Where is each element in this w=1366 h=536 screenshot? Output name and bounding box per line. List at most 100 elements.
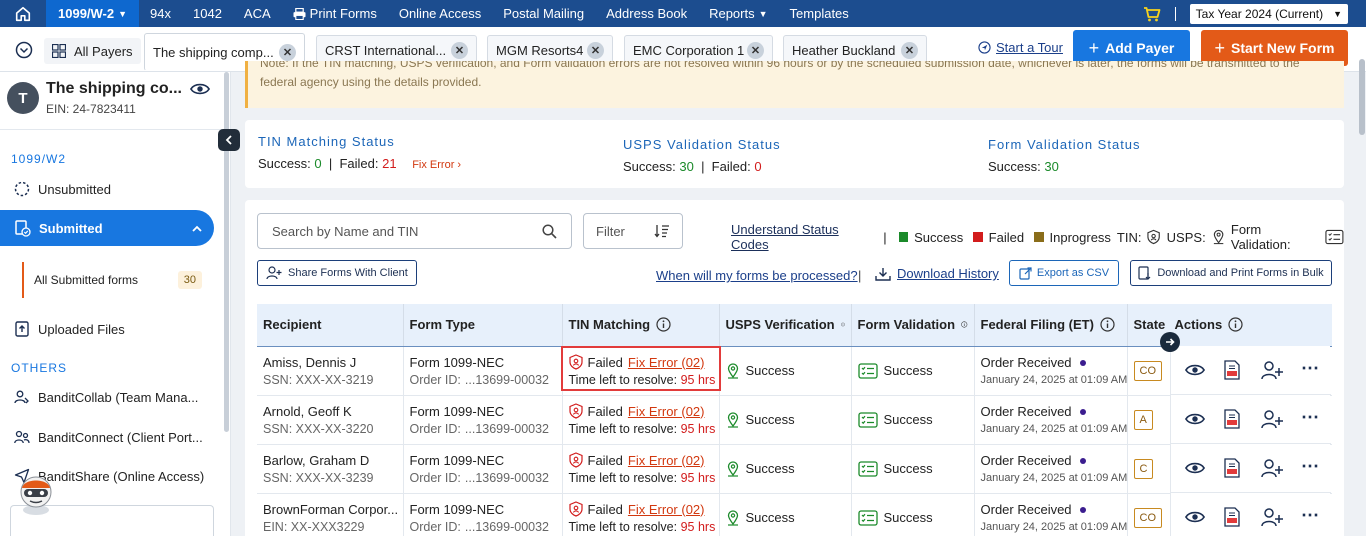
close-icon[interactable]: ✕ <box>901 41 918 59</box>
actions-row: ⋯ <box>1171 493 1331 536</box>
home-icon[interactable] <box>0 0 46 27</box>
more-options-icon[interactable]: ⋯ <box>1301 407 1319 428</box>
user-add-icon[interactable] <box>1261 360 1283 380</box>
sidebar-item-submitted[interactable]: Submitted <box>0 210 214 246</box>
eye-icon[interactable] <box>1185 363 1205 377</box>
state-badge[interactable]: C <box>1133 458 1154 479</box>
sidebar-item-all-submitted[interactable]: All Submitted forms 30 <box>22 262 202 298</box>
when-processed-link[interactable]: When will my forms be processed? <box>656 268 858 283</box>
tin-status-block: TIN Matching Status Success: 0 | Failed:… <box>258 134 461 171</box>
col-federal-filing[interactable]: Federal Filing (ET) <box>974 304 1128 347</box>
eye-icon[interactable] <box>1185 412 1205 426</box>
eye-icon[interactable] <box>190 82 210 96</box>
nav-templates-label: Templates <box>789 6 849 21</box>
more-options-icon[interactable]: ⋯ <box>1301 456 1319 477</box>
user-add-icon[interactable] <box>1261 507 1283 527</box>
close-icon[interactable]: ✕ <box>279 43 296 61</box>
nav-aca[interactable]: ACA <box>233 0 282 27</box>
sidebar-collapse-button[interactable] <box>218 129 240 151</box>
col-form-validation[interactable]: Form Validation <box>851 304 975 347</box>
sidebar-item-connect[interactable]: BanditConnect (Client Port... <box>14 429 203 445</box>
user-add-icon[interactable] <box>1261 409 1283 429</box>
tab-label: MGM Resorts4 <box>496 42 584 58</box>
start-tour-link[interactable]: Start a Tour <box>978 40 1063 55</box>
fix-error-link[interactable]: Fix Error (02) <box>628 502 705 517</box>
all-payers-button[interactable]: All Payers <box>44 38 141 64</box>
export-csv-button[interactable]: Export as CSV <box>1009 260 1119 286</box>
download-history-link[interactable]: Download History <box>875 266 999 281</box>
share-forms-label: Share Forms With Client <box>288 267 408 279</box>
col-usps[interactable]: USPS Verification <box>719 304 852 347</box>
product-menu-1099[interactable]: 1099/W-2 ▼ <box>46 0 140 27</box>
col-form-type[interactable]: Form Type <box>403 304 563 347</box>
close-icon[interactable]: ✕ <box>747 41 764 59</box>
state-badge[interactable]: CO <box>1133 507 1162 528</box>
close-icon[interactable]: ✕ <box>451 41 468 59</box>
order-id: ...13699-00032 <box>464 372 550 387</box>
mascot-bot-icon[interactable] <box>14 470 58 516</box>
state-badge[interactable]: A <box>1133 409 1153 430</box>
tab-label: EMC Corporation 1 <box>633 42 745 58</box>
nav-reports[interactable]: Reports ▼ <box>698 0 778 27</box>
bulk-download-button[interactable]: Download and Print Forms in Bulk <box>1130 260 1332 286</box>
col-recipient[interactable]: Recipient <box>257 304 404 347</box>
collapse-tabs-icon[interactable] <box>15 41 33 59</box>
share-forms-button[interactable]: Share Forms With Client <box>257 260 417 286</box>
fix-error-link[interactable]: Fix Error › <box>412 159 461 171</box>
print-download-icon <box>1138 266 1151 280</box>
info-icon[interactable] <box>1228 317 1243 332</box>
more-options-icon[interactable]: ⋯ <box>1301 505 1319 526</box>
pdf-icon[interactable] <box>1224 507 1240 527</box>
nav-online-access[interactable]: Online Access <box>388 0 492 27</box>
all-payers-label: All Payers <box>74 43 133 59</box>
sidebar-scrollbar[interactable] <box>224 72 229 432</box>
nav-print-forms[interactable]: Print Forms <box>282 0 388 27</box>
search-input[interactable]: Search by Name and TIN <box>257 213 572 249</box>
user-add-icon[interactable] <box>1261 458 1283 478</box>
recipient-cell: Arnold, Geoff K SSN: XXX-XX-3220 <box>257 395 404 445</box>
time-left-label: Time left to resolve: <box>568 373 678 387</box>
tax-year-select[interactable]: Tax Year 2024 (Current) ▼ <box>1189 3 1348 24</box>
sidebar-item-uploaded[interactable]: Uploaded Files <box>14 321 125 337</box>
fix-error-link[interactable]: Fix Error (02) <box>628 355 705 370</box>
legend-form-label: Form Validation: <box>1230 222 1291 252</box>
pdf-icon[interactable] <box>1224 409 1240 429</box>
state-badge[interactable]: CO <box>1133 360 1162 381</box>
info-icon[interactable] <box>961 317 968 332</box>
status-legend: Understand Status Codes | Success Failed… <box>731 222 1344 252</box>
info-icon[interactable] <box>840 317 845 332</box>
fix-error-link[interactable]: Fix Error (02) <box>628 404 705 419</box>
sidebar-item-unsubmitted[interactable]: Unsubmitted <box>14 181 111 197</box>
form-success-count: 30 <box>1044 159 1059 174</box>
close-icon[interactable]: ✕ <box>587 41 604 59</box>
sidebar-item-collab[interactable]: BanditCollab (Team Mana... <box>14 389 198 405</box>
understand-status-link[interactable]: Understand Status Codes <box>731 222 871 252</box>
info-icon[interactable] <box>1100 317 1115 332</box>
order-id: ...13699-00032 <box>464 421 550 436</box>
scroll-right-button[interactable] <box>1160 332 1180 352</box>
info-icon[interactable] <box>656 317 671 332</box>
cart-icon[interactable] <box>1143 6 1161 22</box>
nav-address-book[interactable]: Address Book <box>595 0 698 27</box>
form-validation-cell: Success <box>851 444 975 494</box>
nav-postal-mailing[interactable]: Postal Mailing <box>492 0 595 27</box>
federal-date: January 24, 2025 at 01:09 AM <box>980 472 1127 484</box>
page-scrollbar[interactable] <box>1359 59 1365 135</box>
success-swatch <box>898 232 909 242</box>
col-state-actions[interactable]: State F Actions <box>1127 304 1332 347</box>
federal-filing-cell: Order Received January 24, 2025 at 01:09 … <box>974 395 1128 445</box>
nav-templates[interactable]: Templates <box>779 0 860 27</box>
col-tin-matching[interactable]: TIN Matching <box>562 304 720 347</box>
usps-cell: Success <box>719 346 852 396</box>
fix-error-link[interactable]: Fix Error (02) <box>628 453 705 468</box>
pdf-icon[interactable] <box>1224 360 1240 380</box>
eye-icon[interactable] <box>1185 461 1205 475</box>
order-id: ...13699-00032 <box>464 519 550 534</box>
pdf-icon[interactable] <box>1224 458 1240 478</box>
nav-1042[interactable]: 1042 <box>182 0 233 27</box>
nav-94x[interactable]: 94x <box>139 0 182 27</box>
eye-icon[interactable] <box>1185 510 1205 524</box>
more-options-icon[interactable]: ⋯ <box>1301 358 1319 379</box>
chevron-up-icon <box>192 225 202 232</box>
filter-button[interactable]: Filter <box>583 213 683 249</box>
